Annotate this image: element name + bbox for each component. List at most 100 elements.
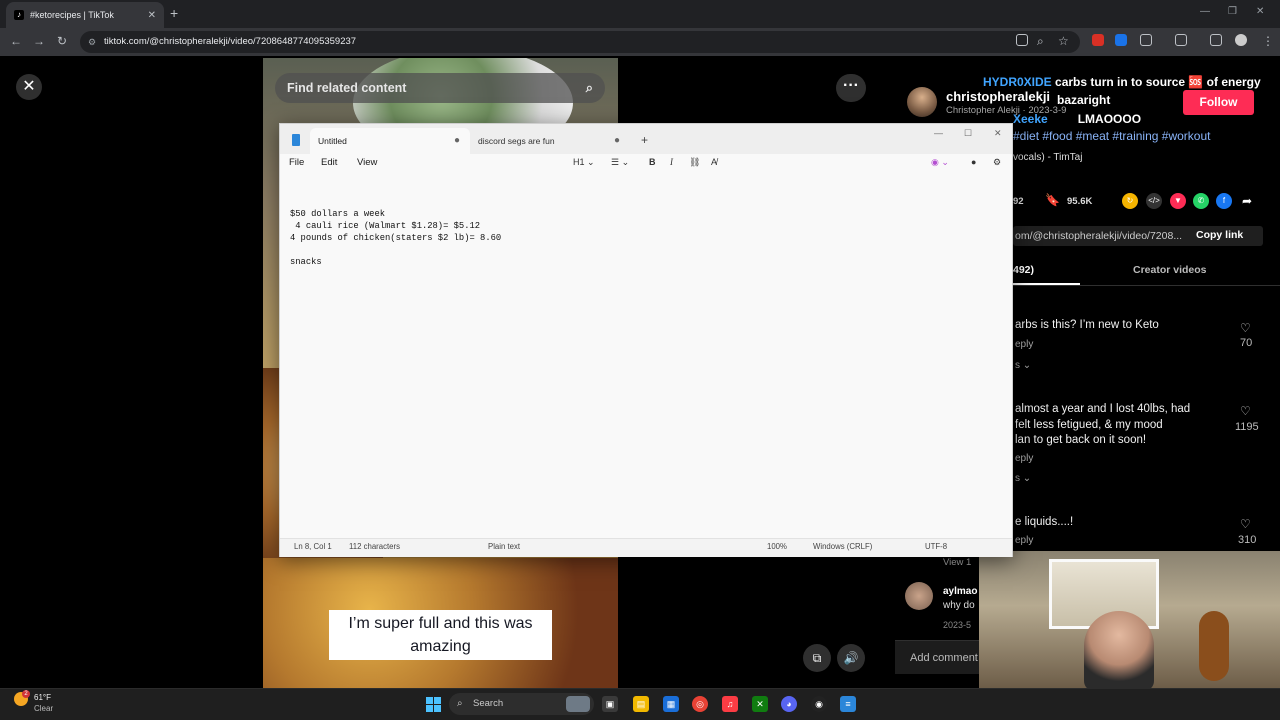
chrome-menu-icon[interactable]: ⋮ [1262, 34, 1274, 48]
copy-link-button[interactable]: Copy link [1196, 229, 1243, 241]
notepad-minimize-icon[interactable]: — [934, 128, 943, 138]
notepad-maximize-icon[interactable]: ☐ [964, 128, 972, 139]
account-icon[interactable]: ● [971, 157, 976, 167]
extension-blue-icon[interactable] [1115, 34, 1127, 46]
notepad-tab-discord[interactable]: discord segs are fun ● [470, 128, 630, 154]
like-count: 1195 [1235, 421, 1259, 433]
notepad-text-area[interactable]: $50 dollars a week 4 cauli rice (Walmart… [290, 208, 990, 268]
taskbar-search-input[interactable]: ⌕ Search [449, 693, 594, 715]
comment-text: why do [943, 600, 975, 611]
stream-chat-message: Xeeke LMAOOOO [1013, 112, 1141, 126]
caption-line-1: I’m super full and this was [348, 615, 533, 632]
search-icon[interactable]: ⌕ [586, 73, 593, 103]
start-button[interactable] [426, 697, 441, 712]
reply-link[interactable]: eply [1015, 339, 1033, 350]
comment-text: almost a year and I lost 40lbs, had [1015, 403, 1191, 415]
add-comment-input[interactable]: Add comment [895, 640, 985, 674]
task-view-icon[interactable]: ▣ [602, 696, 618, 712]
like-heart-icon[interactable]: ♡ [1240, 321, 1251, 335]
italic-icon[interactable]: I [670, 157, 673, 167]
facebook-icon[interactable]: f [1216, 193, 1232, 209]
like-heart-icon[interactable]: ♡ [1240, 404, 1251, 418]
like-heart-icon[interactable]: ♡ [1240, 517, 1251, 531]
unsaved-dot-icon: ● [613, 135, 620, 146]
settings-gear-icon[interactable]: ⚙ [993, 157, 1001, 168]
volume-icon[interactable]: 🔊 [837, 644, 865, 672]
menu-view[interactable]: View [357, 157, 377, 168]
minimize-icon[interactable]: — [1200, 6, 1210, 17]
heading-dropdown[interactable]: H1 ⌄ [573, 157, 595, 168]
close-video-icon[interactable]: ✕ [16, 74, 42, 100]
reload-icon[interactable]: ↻ [57, 34, 67, 48]
comment-count: 92 [1013, 196, 1024, 207]
new-tab-button[interactable]: + [170, 5, 178, 21]
link-icon[interactable]: ⛓ [689, 157, 700, 168]
profile-avatar[interactable] [1235, 34, 1247, 46]
commenter-name[interactable]: aylmao [943, 586, 977, 597]
store-icon[interactable]: ▦ [663, 696, 679, 712]
related-search-placeholder: Find related content [287, 81, 407, 95]
notepad-window[interactable]: Untitled ● discord segs are fun ● + — ☐ … [279, 123, 1013, 557]
encoding: UTF-8 [925, 542, 948, 551]
forward-icon[interactable]: → [33, 34, 45, 48]
bold-icon[interactable]: B [649, 157, 656, 167]
send-icon[interactable]: ▼ [1170, 193, 1186, 209]
chrome-icon[interactable]: ◎ [692, 696, 708, 712]
share-more-icon[interactable]: ➦ [1239, 193, 1255, 209]
copilot-icon[interactable]: ◉ ⌄ [931, 157, 949, 168]
url-field[interactable]: ⚙ tiktok.com/@christopheralekji/video/72… [80, 31, 1080, 53]
commenter-avatar[interactable] [905, 582, 933, 610]
notepad-new-tab-icon[interactable]: + [641, 133, 648, 147]
zoom-icon[interactable]: ⌕ [1037, 34, 1044, 49]
whatsapp-icon[interactable]: ✆ [1193, 193, 1209, 209]
video-hashtags[interactable]: #diet #food #meat #training #workout [1013, 129, 1210, 143]
notepad-close-icon[interactable]: ✕ [994, 128, 1002, 139]
list-dropdown-icon[interactable]: ☰ ⌄ [611, 157, 629, 168]
related-search-input[interactable]: Find related content ⌕ [275, 73, 605, 103]
obs-icon[interactable]: ◉ [811, 696, 827, 712]
view-replies-link[interactable]: s ⌄ [1015, 473, 1031, 484]
video-caption: I’m super full and this was amazing [329, 610, 552, 660]
bookmark-icon[interactable]: 🔖 [1045, 193, 1060, 207]
discord-icon[interactable]: ◕ [781, 696, 797, 712]
reply-link[interactable]: eply [1015, 535, 1033, 546]
tiktok-favicon-icon: ♪ [14, 10, 24, 20]
notepad-app-icon [292, 134, 300, 146]
view-replies-link[interactable]: s ⌄ [1015, 360, 1031, 371]
tab-comments[interactable]: 492) [1013, 264, 1034, 276]
menu-file[interactable]: File [289, 157, 304, 168]
taskbar-search-label: Search [473, 698, 504, 709]
cast-icon[interactable] [1016, 34, 1028, 46]
browser-tab[interactable]: ♪ #ketorecipes | TikTok ✕ [6, 2, 164, 28]
comment-text: arbs is this? I’m new to Keto [1015, 319, 1159, 331]
maximize-icon[interactable]: ❐ [1228, 6, 1237, 17]
more-options-icon[interactable]: ··· [836, 74, 866, 102]
media-icon[interactable] [1210, 34, 1222, 46]
creator-username[interactable]: christopheralekji [946, 89, 1050, 104]
view-replies-link[interactable]: View 1 [943, 557, 971, 568]
file-explorer-icon[interactable]: ▤ [633, 696, 649, 712]
follow-button[interactable]: Follow [1183, 90, 1254, 115]
window-close-icon[interactable]: ✕ [1256, 6, 1264, 17]
extensions-puzzle-icon[interactable] [1140, 34, 1152, 46]
sidebar-icon[interactable] [1175, 34, 1187, 46]
tab-creator-videos[interactable]: Creator videos [1133, 264, 1207, 276]
notepad-tab-untitled[interactable]: Untitled ● [310, 128, 470, 154]
repost-icon[interactable]: ↻ [1122, 193, 1138, 209]
bookmark-star-icon[interactable]: ☆ [1058, 34, 1069, 48]
pip-icon[interactable]: ⧉ [803, 644, 831, 672]
menu-edit[interactable]: Edit [321, 157, 337, 168]
clear-format-icon[interactable]: A̸ [711, 157, 717, 167]
back-icon[interactable]: ← [10, 34, 22, 48]
notepad-taskbar-icon[interactable]: ≡ [840, 696, 856, 712]
extension-red-icon[interactable] [1092, 34, 1104, 46]
creator-avatar[interactable] [907, 87, 937, 117]
stream-chat-message: HYDR0XIDE carbs turn in to source 🆘 of e… [983, 75, 1261, 89]
site-info-icon[interactable]: ⚙ [88, 31, 96, 53]
embed-icon[interactable]: </> [1146, 193, 1162, 209]
music-icon[interactable]: ♫ [722, 696, 738, 712]
music-title[interactable]: vocals) - TimTaj [1013, 152, 1082, 163]
xbox-icon[interactable]: ✕ [752, 696, 768, 712]
tab-close-icon[interactable]: ✕ [148, 10, 156, 21]
reply-link[interactable]: eply [1015, 453, 1033, 464]
